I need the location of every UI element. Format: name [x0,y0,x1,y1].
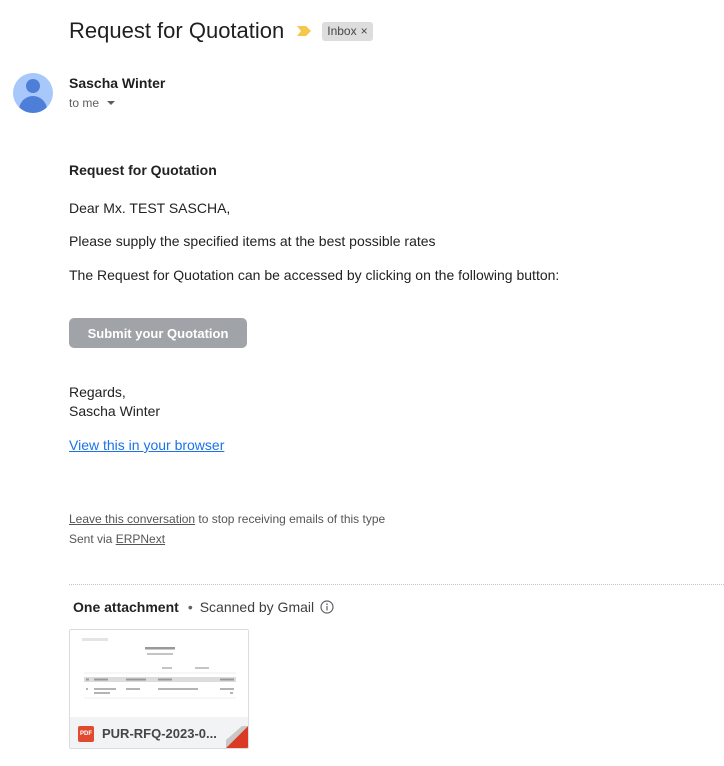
view-in-browser-link[interactable]: View this in your browser [69,437,224,453]
erpnext-link[interactable]: ERPNext [116,532,165,546]
recipient-details[interactable]: to me [69,96,116,110]
importance-marker-icon[interactable] [297,26,312,36]
inbox-label[interactable]: Inbox × [322,21,373,41]
message-heading: Request for Quotation [69,162,217,178]
chevron-down-icon[interactable] [107,101,116,105]
avatar-shoulders [19,96,47,113]
subject-row: Request for Quotation Inbox × [69,16,373,46]
sent-via-text: Sent via [69,532,116,546]
regards-text: Regards, [69,384,126,400]
submit-quotation-button[interactable]: Submit your Quotation [69,318,247,348]
message-line-1: Please supply the specified items at the… [69,233,436,249]
message-line-2: The Request for Quotation can be accesse… [69,267,560,283]
footer-unsubscribe: Leave this conversation to stop receivin… [69,512,385,526]
leave-suffix-text: to stop receiving emails of this type [195,512,386,526]
scanned-by-gmail-text: Scanned by Gmail [199,599,315,615]
message-greeting: Dear Mx. TEST SASCHA, [69,200,231,216]
attachments-title: One attachment [73,599,179,615]
attachments-divider [69,584,724,585]
remove-label-icon[interactable]: × [361,24,368,38]
page-curl-icon [226,726,248,748]
attachment-file-name: PUR-RFQ-2023-0... [102,726,217,741]
info-icon[interactable] [320,600,334,614]
avatar-head [26,79,40,93]
sender-name[interactable]: Sascha Winter [69,75,165,91]
attachment-thumbnail [70,630,248,717]
inbox-label-text: Inbox [327,24,357,38]
attachments-separator: • [187,599,193,615]
email-subject: Request for Quotation [69,18,285,43]
recipient-text: to me [69,96,100,110]
regards-name: Sascha Winter [69,403,161,419]
leave-conversation-link[interactable]: Leave this conversation [69,512,195,526]
attachments-header: One attachment • Scanned by Gmail [73,599,334,615]
pdf-file-icon: PDF [78,725,94,742]
sender-avatar[interactable] [13,73,53,113]
footer-sent-via: Sent via ERPNext [69,532,165,546]
attachment-card[interactable]: PDF PUR-RFQ-2023-0... [69,629,249,749]
